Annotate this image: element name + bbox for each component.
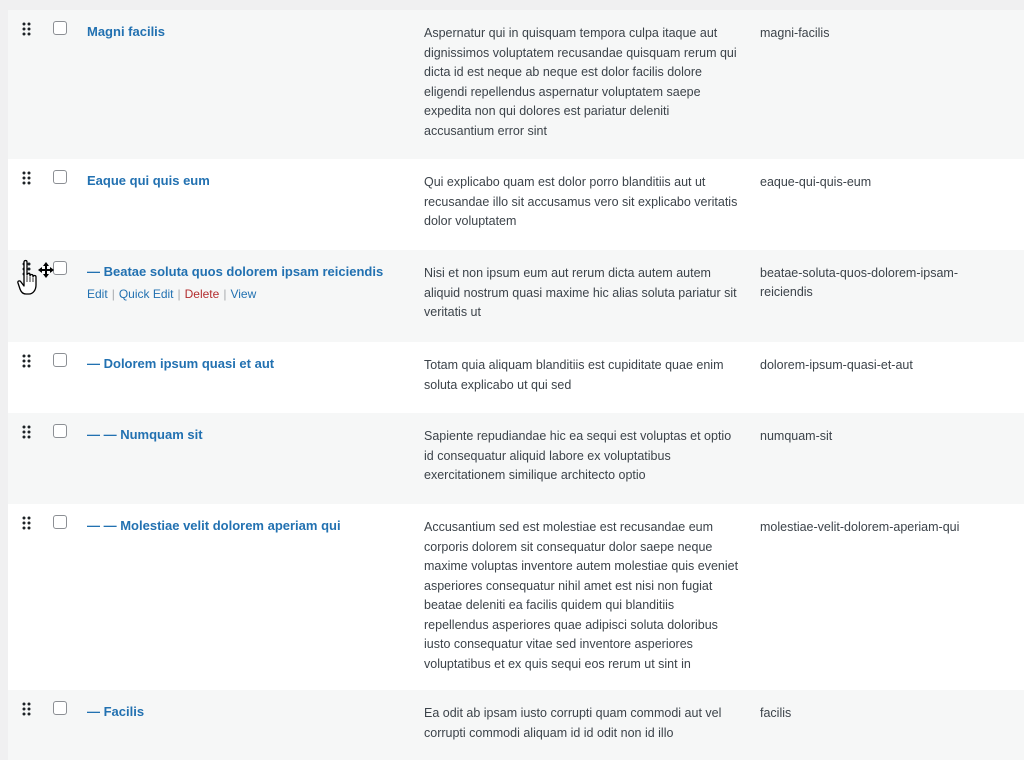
drag-handle-icon[interactable]: [21, 354, 33, 368]
term-description: Qui explicabo quam est dolor porro bland…: [424, 175, 738, 228]
edit-link[interactable]: Edit: [87, 287, 108, 301]
table-row: — — Molestiae velit dolorem aperiam qui …: [8, 504, 1024, 690]
term-title-cell: Eaque qui quis eum: [87, 171, 407, 191]
row-checkbox[interactable]: [53, 21, 67, 35]
drag-handle-icon[interactable]: [21, 425, 33, 439]
drag-handle-icon[interactable]: [21, 262, 33, 276]
term-description: Accusantium sed est molestiae est recusa…: [424, 520, 739, 671]
term-title-link[interactable]: — — Molestiae velit dolorem aperiam qui: [87, 516, 341, 536]
drag-handle-icon[interactable]: [21, 702, 33, 716]
term-title-link[interactable]: — — Numquam sit: [87, 425, 203, 445]
term-slug: molestiae-velit-dolorem-aperiam-qui: [760, 520, 960, 534]
term-slug: facilis: [760, 706, 792, 720]
terms-table: Magni facilis Aspernatur qui in quisquam…: [8, 10, 1024, 760]
action-separator: |: [111, 287, 115, 301]
action-separator: |: [177, 287, 181, 301]
term-title-cell: — Facilis: [87, 702, 407, 722]
term-description: Ea odit ab ipsam iusto corrupti quam com…: [424, 706, 722, 740]
term-title-cell: — — Numquam sit: [87, 425, 407, 445]
table-row: Eaque qui quis eum Qui explicabo quam es…: [8, 159, 1024, 250]
term-title-cell: — Beatae soluta quos dolorem ipsam reici…: [87, 262, 407, 303]
term-slug: numquam-sit: [760, 429, 833, 443]
action-separator: |: [223, 287, 227, 301]
table-row: — Beatae soluta quos dolorem ipsam reici…: [8, 250, 1024, 342]
quick-edit-link[interactable]: Quick Edit: [119, 287, 174, 301]
term-description: Sapiente repudiandae hic ea sequi est vo…: [424, 429, 732, 482]
row-checkbox[interactable]: [53, 424, 67, 438]
term-title-link[interactable]: — Beatae soluta quos dolorem ipsam reici…: [87, 262, 383, 282]
term-title-cell: — Dolorem ipsum quasi et aut: [87, 354, 407, 374]
row-checkbox[interactable]: [53, 170, 67, 184]
table-row: — Facilis Ea odit ab ipsam iusto corrupt…: [8, 690, 1024, 760]
term-title-link[interactable]: — Facilis: [87, 702, 144, 722]
term-title-link[interactable]: — Dolorem ipsum quasi et aut: [87, 354, 274, 374]
term-slug: eaque-qui-quis-eum: [760, 175, 872, 189]
table-row: — Dolorem ipsum quasi et aut Totam quia …: [8, 342, 1024, 413]
term-slug: beatae-soluta-quos-dolorem-ipsam-reicien…: [760, 266, 959, 299]
row-checkbox[interactable]: [53, 701, 67, 715]
row-checkbox[interactable]: [53, 353, 67, 367]
row-actions: Edit | Quick Edit | Delete | View: [87, 285, 407, 303]
drag-handle-icon[interactable]: [21, 516, 33, 530]
table-row: Magni facilis Aspernatur qui in quisquam…: [8, 10, 1024, 159]
table-row: — — Numquam sit Sapiente repudiandae hic…: [8, 413, 1024, 504]
term-description: Totam quia aliquam blanditiis est cupidi…: [424, 358, 724, 392]
term-title-link[interactable]: Eaque qui quis eum: [87, 171, 210, 191]
row-checkbox[interactable]: [53, 515, 67, 529]
term-title-cell: — — Molestiae velit dolorem aperiam qui: [87, 516, 407, 536]
term-slug: dolorem-ipsum-quasi-et-aut: [760, 358, 913, 372]
drag-handle-icon[interactable]: [21, 171, 33, 185]
delete-link[interactable]: Delete: [185, 287, 220, 301]
term-slug: magni-facilis: [760, 26, 830, 40]
term-description: Nisi et non ipsum eum aut rerum dicta au…: [424, 266, 737, 319]
term-title-cell: Magni facilis: [87, 22, 407, 42]
view-link[interactable]: View: [230, 287, 256, 301]
term-title-link[interactable]: Magni facilis: [87, 22, 165, 42]
row-checkbox[interactable]: [53, 261, 67, 275]
drag-handle-icon[interactable]: [21, 22, 33, 36]
term-description: Aspernatur qui in quisquam tempora culpa…: [424, 26, 737, 138]
